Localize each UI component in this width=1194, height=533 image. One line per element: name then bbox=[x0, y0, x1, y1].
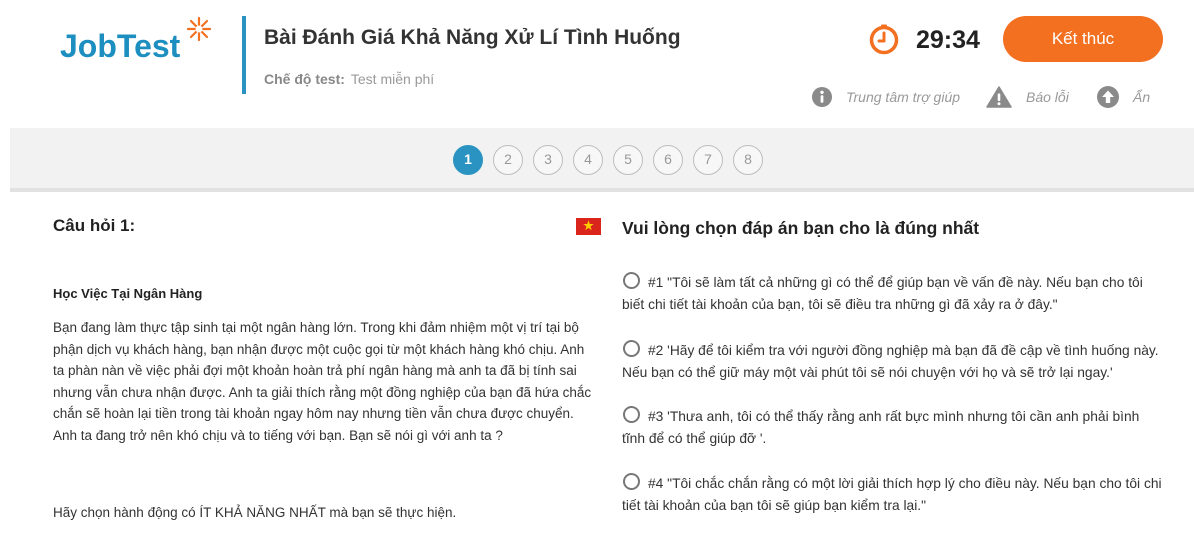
help-center-label: Trung tâm trợ giúp bbox=[846, 89, 961, 105]
answer-option-4[interactable]: #4 "Tôi chắc chắn rằng có một lời giải t… bbox=[622, 473, 1162, 517]
test-mode: Chế độ test: Test miễn phí bbox=[264, 71, 434, 87]
mode-value: Test miễn phí bbox=[350, 71, 435, 87]
page-6-button[interactable]: 6 bbox=[653, 145, 683, 175]
mode-label: Chế độ test: bbox=[264, 71, 345, 87]
radio-button[interactable] bbox=[623, 406, 640, 423]
warning-icon bbox=[986, 86, 1012, 108]
hide-label: Ẩn bbox=[1133, 89, 1151, 105]
answer-option-3[interactable]: #3 'Thưa anh, tôi có thể thấy rằng anh r… bbox=[622, 406, 1162, 450]
jobtest-logo[interactable]: JobTest bbox=[60, 16, 220, 70]
answer-option-2[interactable]: #2 'Hãy để tôi kiểm tra với người đồng n… bbox=[622, 340, 1162, 384]
question-number: Câu hỏi 1: bbox=[53, 216, 136, 235]
page-7-button[interactable]: 7 bbox=[693, 145, 723, 175]
question-pagination: 12345678 bbox=[10, 128, 1194, 192]
header: JobTest Bài Đánh Giá Khả Năng Xử Lí Tình… bbox=[0, 0, 1194, 128]
logo-star-icon bbox=[186, 16, 212, 42]
answer-text: #4 "Tôi chắc chắn rằng có một lời giải t… bbox=[622, 476, 1162, 513]
answer-text: #2 'Hãy để tôi kiểm tra với người đồng n… bbox=[622, 343, 1159, 380]
arrow-up-icon bbox=[1097, 86, 1119, 108]
countdown-timer: 29:34 bbox=[916, 26, 980, 54]
logo-text: JobTest bbox=[60, 28, 181, 64]
question-instruction: Hãy chọn hành động có ÍT KHẢ NĂNG NHẤT m… bbox=[53, 505, 457, 520]
radio-button[interactable] bbox=[623, 340, 640, 357]
info-icon bbox=[812, 87, 832, 107]
page-4-button[interactable]: 4 bbox=[573, 145, 603, 175]
scenario-title: Học Việc Tại Ngân Hàng bbox=[53, 286, 203, 301]
title-divider bbox=[242, 16, 246, 94]
answer-text: #3 'Thưa anh, tôi có thể thấy rằng anh r… bbox=[622, 409, 1140, 446]
radio-button[interactable] bbox=[623, 272, 640, 289]
page-2-button[interactable]: 2 bbox=[493, 145, 523, 175]
radio-button[interactable] bbox=[623, 473, 640, 490]
scenario-body: Bạn đang làm thực tập sinh tại một ngân … bbox=[53, 320, 592, 443]
page-list: 12345678 bbox=[453, 145, 763, 175]
flag-star-icon bbox=[583, 220, 594, 231]
answer-text: #1 "Tôi sẽ làm tất cả những gì có thể để… bbox=[622, 275, 1143, 312]
report-error-link[interactable]: Báo lỗi bbox=[986, 84, 1069, 110]
finish-button[interactable]: Kết thúc bbox=[1003, 16, 1163, 62]
help-center-link[interactable]: Trung tâm trợ giúp bbox=[812, 84, 960, 110]
report-error-label: Báo lỗi bbox=[1026, 89, 1069, 105]
hide-link[interactable]: Ẩn bbox=[1097, 84, 1150, 110]
page-8-button[interactable]: 8 bbox=[733, 145, 763, 175]
vietnam-flag-icon[interactable] bbox=[576, 218, 601, 235]
answer-option-1[interactable]: #1 "Tôi sẽ làm tất cả những gì có thể để… bbox=[622, 272, 1162, 316]
page-title: Bài Đánh Giá Khả Năng Xử Lí Tình Huống bbox=[264, 26, 681, 49]
answers-title: Vui lòng chọn đáp án bạn cho là đúng nhấ… bbox=[622, 218, 980, 238]
clock-icon bbox=[869, 24, 899, 55]
page-3-button[interactable]: 3 bbox=[533, 145, 563, 175]
page-1-button[interactable]: 1 bbox=[453, 145, 483, 175]
page-5-button[interactable]: 5 bbox=[613, 145, 643, 175]
